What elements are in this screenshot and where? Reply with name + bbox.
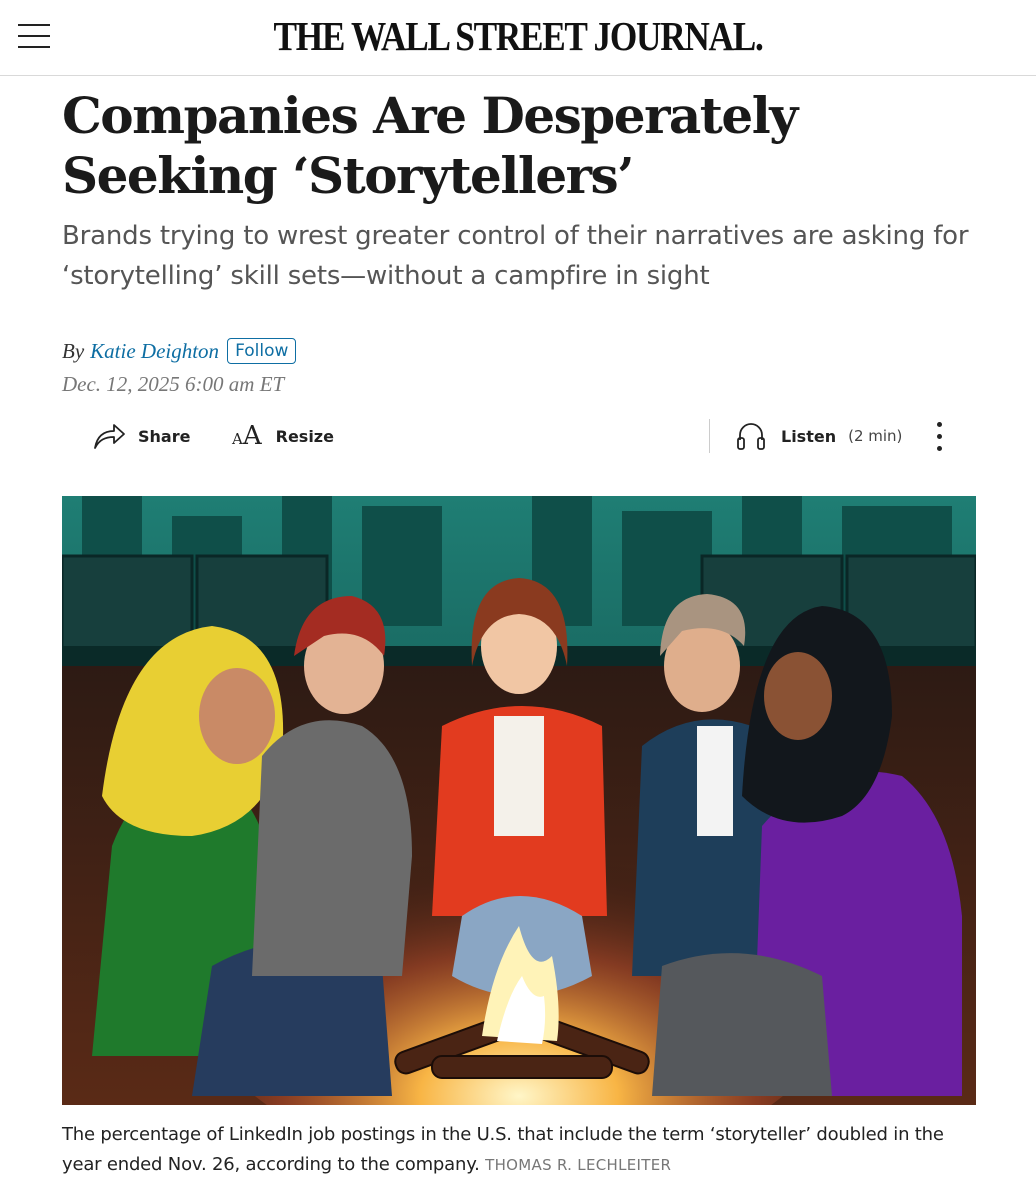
share-label: Share: [138, 426, 191, 446]
listen-label: Listen: [781, 426, 837, 446]
follow-author-button[interactable]: Follow: [227, 338, 297, 364]
top-navigation-bar: THE WALL STREET JOURNAL.: [0, 0, 1036, 76]
photo-credit: THOMAS R. LECHLEITER: [485, 1156, 672, 1174]
vertical-ellipsis-icon[interactable]: [930, 420, 950, 454]
image-caption: The percentage of LinkedIn job postings …: [62, 1120, 982, 1180]
campfire-illustration: [62, 496, 976, 1105]
text-resize-icon: AA: [232, 421, 262, 451]
article-dek: Brands trying to wrest greater control o…: [62, 221, 969, 291]
byline-prefix: By: [62, 338, 85, 363]
share-arrow-icon: [94, 424, 125, 449]
masthead-logo[interactable]: THE WALL STREET JOURNAL.: [73, 12, 964, 60]
toolbar-divider: [709, 419, 710, 453]
author-link[interactable]: Katie Deighton: [90, 339, 219, 364]
listen-duration: (2 min): [848, 427, 903, 445]
resize-button[interactable]: AA Resize: [232, 418, 334, 454]
article-headline: Companies Are Desperately Seeking ‘Story…: [62, 86, 798, 205]
hero-illustration: [62, 496, 976, 1105]
share-button[interactable]: Share: [92, 418, 190, 454]
byline: By Katie Deighton Follow: [62, 336, 297, 366]
resize-label: Resize: [275, 426, 334, 446]
publish-date: Dec. 12, 2025 6:00 am ET: [62, 372, 285, 396]
hamburger-menu-icon[interactable]: [18, 22, 50, 50]
headphones-icon: [737, 423, 765, 450]
listen-button[interactable]: Listen (2 min): [735, 418, 902, 454]
